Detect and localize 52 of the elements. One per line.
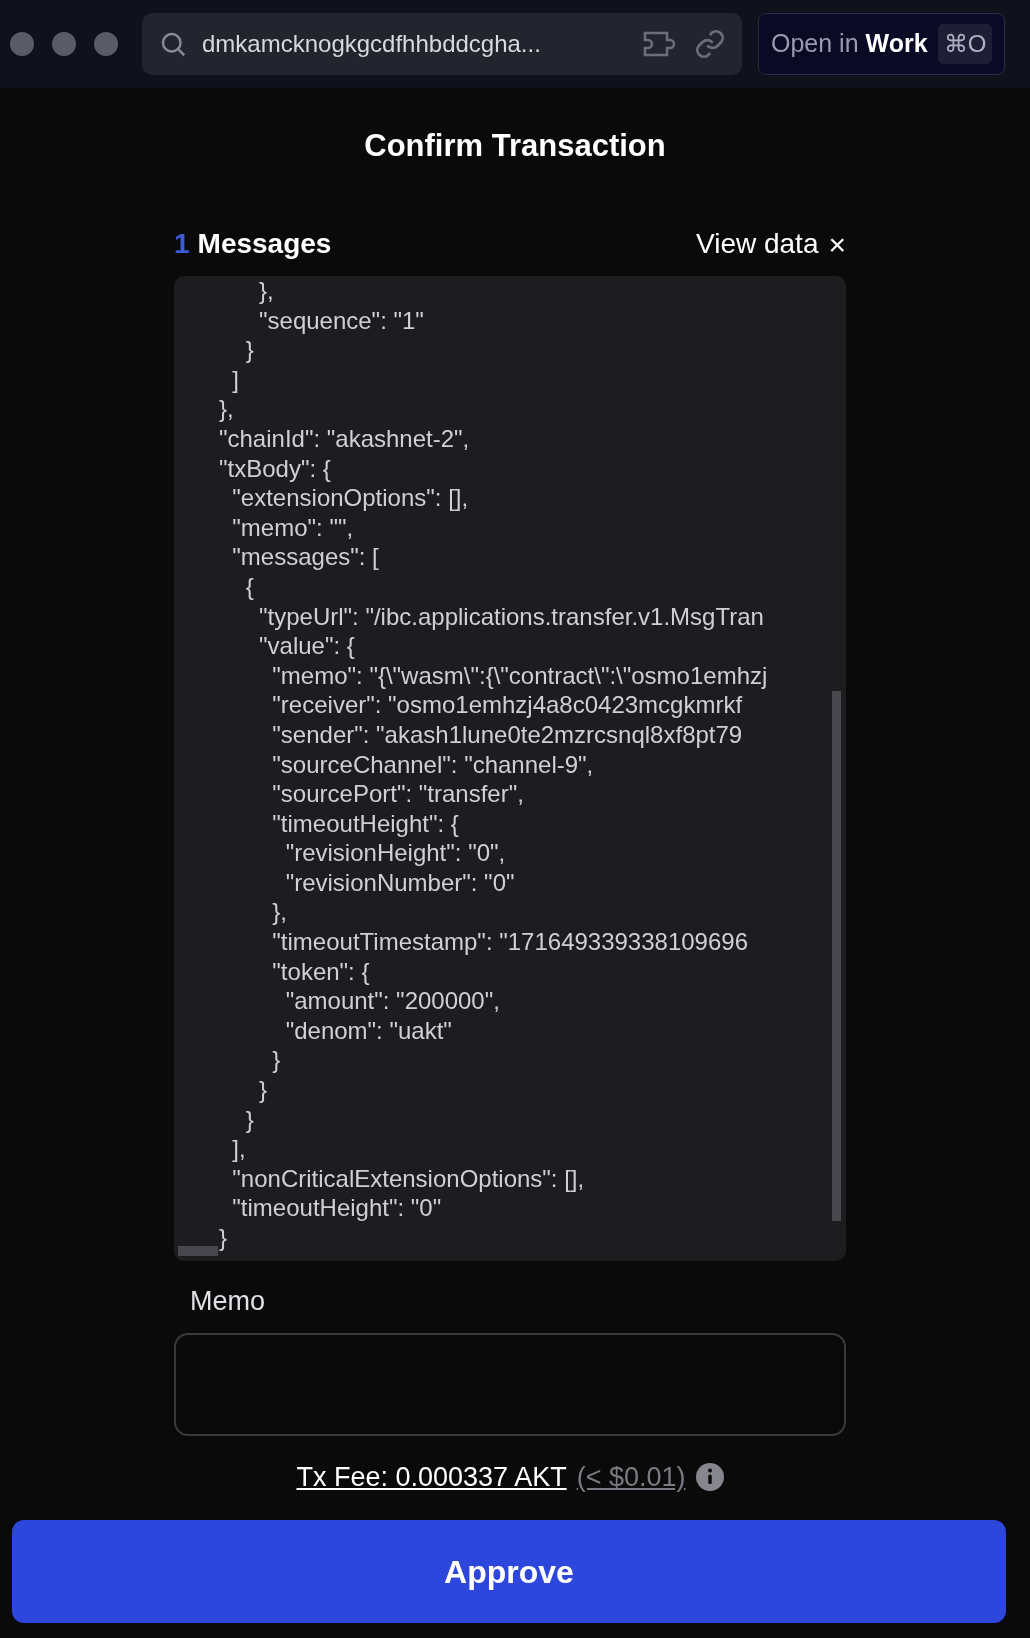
horizontal-scrollbar[interactable] (178, 1246, 218, 1256)
window-control[interactable] (10, 32, 34, 56)
window-control[interactable] (52, 32, 76, 56)
code-line: "revisionNumber": "0" (284, 867, 515, 898)
code-line: "sourcePort": "transfer", (271, 779, 524, 809)
code-line: "receiver": "osmo1emhzj4a8c0423mcgkmrkf (271, 690, 743, 720)
message-count: 1 (174, 227, 190, 261)
code-line: "amount": "200000", (284, 986, 500, 1016)
code-line: }, (271, 897, 288, 928)
memo-label: Memo (190, 1285, 265, 1318)
memo-field[interactable] (174, 1333, 846, 1436)
section-heading: Messages (197, 227, 332, 261)
code-line: "sourceChannel": "channel-9", (271, 749, 594, 780)
address-bar[interactable]: dmkamcknogkgcdfhhbddcgha... (142, 13, 742, 75)
code-line: "memo": "{\"wasm\":{\"contract\":\"osmo1emhzj (271, 660, 768, 691)
code-line: } (258, 1075, 268, 1105)
code-line: "memo": "", (231, 512, 354, 543)
code-line: { (244, 571, 254, 602)
code-line: "revisionHeight": "0", (284, 838, 506, 868)
code-line: "extensionOptions": [], (231, 483, 469, 513)
fee-link[interactable]: Tx Fee: 0.000337 AKT (< $0.01) (296, 1460, 686, 1494)
approve-button[interactable]: Approve (12, 1520, 1006, 1623)
code-line: ], (231, 1134, 246, 1164)
code-line: "messages": [ (231, 542, 379, 572)
link-icon[interactable] (694, 28, 726, 60)
code-line: }, (219, 394, 234, 424)
code-line: "timeoutTimestamp": "171649339338109696 (271, 927, 748, 957)
window-control[interactable] (94, 32, 118, 56)
code-line: } (244, 1104, 254, 1135)
url-text: dmkamcknogkgcdfhhbddcgha... (202, 29, 542, 59)
code-line: } (271, 1045, 281, 1076)
code-line: } (244, 335, 254, 365)
code-line: "timeoutHeight": { (271, 808, 459, 839)
code-line: } (219, 1223, 227, 1253)
code-line: "token": { (271, 956, 370, 987)
info-icon[interactable] (695, 1463, 724, 1491)
code-line: "txBody": { (219, 453, 331, 484)
view-data-toggle[interactable]: View data × (696, 221, 846, 267)
code-line: "nonCriticalExtensionOptions": [], (231, 1163, 585, 1194)
code-line: "value": { (258, 631, 355, 661)
code-line: "sender": "akash1lune0te2mzrcsnql8xf8pt79 (271, 719, 743, 750)
code-line: "sequence": "1" (258, 305, 424, 336)
code-line: ] (231, 364, 239, 395)
page-title: Confirm Transaction (364, 127, 666, 165)
code-line: "chainId": "akashnet-2", (219, 423, 470, 454)
vertical-scrollbar[interactable] (832, 691, 841, 1221)
code-line: }, (258, 276, 274, 306)
code-line: "denom": "uakt" (284, 1015, 452, 1046)
open-in-work-button[interactable]: Open in Work ⌘O (758, 13, 1006, 75)
code-line: "typeUrl": "/ibc.applications.transfer.v1.MsgTran (258, 601, 764, 632)
shortcut-key: ⌘O (937, 24, 993, 64)
code-line: "timeoutHeight": "0" (231, 1193, 442, 1223)
